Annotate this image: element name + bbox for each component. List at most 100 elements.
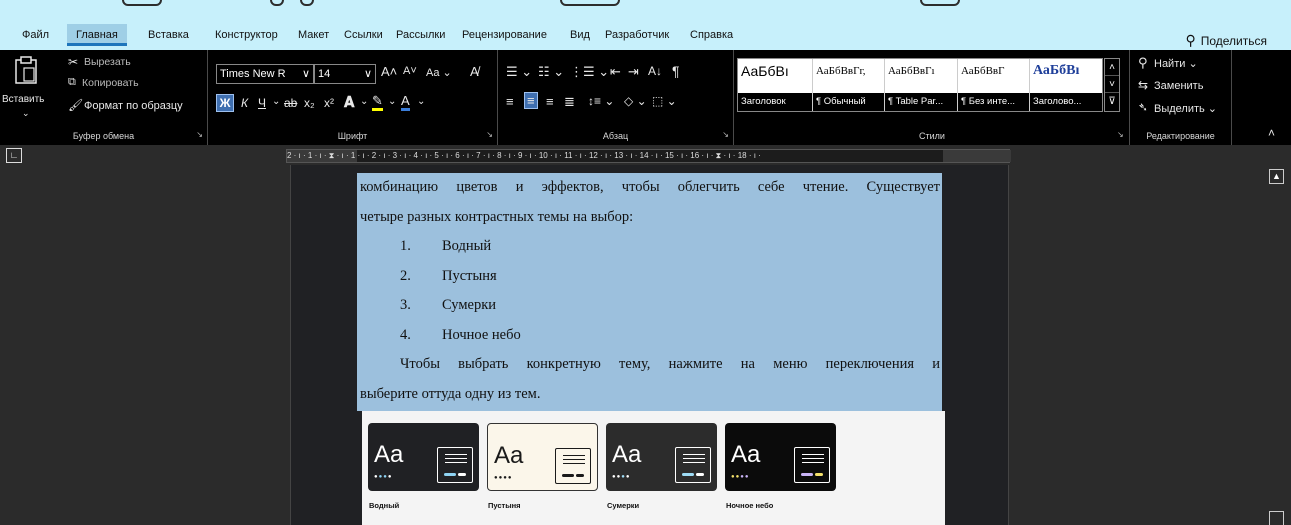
underline-button[interactable]: Ч [258, 96, 266, 110]
font-name-dropdown[interactable]: Times New R ∨ [216, 64, 314, 84]
shading-icon[interactable]: ◇ ⌄ [624, 94, 647, 108]
chevron-down-icon: ⌄ [22, 108, 30, 118]
collapse-ribbon-icon[interactable]: ˄ [1268, 126, 1275, 140]
title-bar [0, 0, 1291, 14]
tab-insert[interactable]: Вставка [146, 24, 191, 46]
text-effects-icon[interactable]: 𝐀 [344, 94, 354, 111]
tab-selector[interactable]: ∟ [6, 148, 22, 163]
list-text: Ночное небо [442, 326, 521, 343]
justify-icon[interactable]: ≣ [564, 94, 575, 110]
tab-layout[interactable]: Макет [296, 24, 331, 46]
tab-review[interactable]: Рецензирование [460, 24, 549, 46]
dialog-launcher-icon[interactable]: ↘ [1117, 130, 1124, 139]
tab-view[interactable]: Вид [568, 24, 592, 46]
chevron-up-icon[interactable]: ˄ [1105, 59, 1119, 76]
multilevel-list-icon[interactable]: ⋮☰ ⌄ [570, 64, 609, 80]
style-name: ¶ Без инте... [958, 93, 1029, 111]
clear-formatting-icon[interactable]: A̸ [470, 64, 479, 79]
paragraph-line: выберите оттуда одну из тем. [360, 385, 541, 402]
subscript-icon[interactable]: x₂ [304, 96, 315, 110]
format-painter-button[interactable]: Формат по образцу [84, 100, 183, 112]
cursor-icon: ➴ [1138, 100, 1149, 114]
select-label: Выделить [1154, 103, 1205, 115]
paste-button[interactable]: Вставить ⌄ [2, 54, 52, 120]
scroll-down-button[interactable] [1269, 511, 1284, 525]
theme-panel-icon [675, 447, 711, 483]
italic-button[interactable]: К [241, 96, 248, 110]
chevron-down-icon[interactable]: ⌄ [272, 96, 280, 107]
themes-image[interactable]: Aa ●●●● Aa ●●●● Aa ●●●● Aa ●●●● Водный П… [362, 411, 945, 525]
document-text[interactable]: комбинацию цветов и эффектов, чтобы обле… [360, 173, 940, 409]
styles-gallery: АаБбВı Заголовок АаБбВвГг, ¶ Обычный АаБ… [737, 58, 1103, 112]
more-styles-icon[interactable]: ⊽ [1105, 93, 1119, 110]
align-left-icon[interactable]: ≡ [506, 94, 514, 109]
chevron-down-icon[interactable]: ⌄ [388, 96, 396, 107]
numbering-icon[interactable]: ☷ ⌄ [538, 64, 564, 80]
borders-icon[interactable]: ⬚ ⌄ [652, 94, 677, 108]
highlight-icon[interactable]: ✎ [372, 94, 383, 111]
dialog-launcher-icon[interactable]: ↘ [196, 130, 203, 139]
theme-dots: ●●●● [374, 474, 393, 480]
ruler-row: ∟ 2 · ı · 1 · ı · ⧗ · ı · 1 · ı · 2 · ı … [0, 145, 1291, 165]
style-table-paragraph[interactable]: АаБбВвГı ¶ Table Par... [885, 59, 958, 111]
font-size-dropdown[interactable]: 14 ∨ [314, 64, 376, 84]
theme-label: Водный [369, 501, 400, 510]
style-name: ¶ Обычный [813, 93, 884, 111]
tab-design[interactable]: Конструктор [213, 24, 280, 46]
style-no-spacing[interactable]: АаБбВвГ ¶ Без инте... [958, 59, 1030, 111]
copy-button[interactable]: Копировать [82, 77, 139, 89]
chevron-down-icon[interactable]: ⌄ [417, 96, 425, 107]
undo-icon[interactable] [270, 0, 284, 6]
paste-label: Вставить [2, 94, 45, 105]
list-text: Водный [442, 238, 492, 254]
tab-developer[interactable]: Разработчик [603, 24, 671, 46]
style-name: ¶ Table Par... [885, 93, 957, 111]
style-normal[interactable]: АаБбВвГг, ¶ Обычный [813, 59, 885, 111]
strikethrough-icon[interactable]: ab [284, 96, 297, 110]
shrink-font-button[interactable]: A˅ [403, 65, 417, 77]
replace-button[interactable]: Заменить [1154, 80, 1203, 92]
change-case-button[interactable]: Aa ⌄ [426, 66, 452, 79]
list-number: 1. [400, 238, 411, 254]
tab-mailings[interactable]: Рассылки [394, 24, 447, 46]
chevron-down-icon[interactable]: ⌄ [360, 96, 368, 107]
align-center-icon[interactable]: ≡ [524, 92, 538, 109]
find-button[interactable]: Найти ⌄ [1154, 57, 1198, 70]
grow-font-button[interactable]: A˄ [381, 64, 397, 79]
superscript-icon[interactable]: x² [324, 96, 334, 110]
font-color-icon[interactable]: A [401, 94, 410, 111]
tab-references[interactable]: Ссылки [342, 24, 385, 46]
theme-sample: Aa [374, 441, 404, 468]
font-size-value: 14 [318, 68, 331, 80]
tab-help[interactable]: Справка [688, 24, 735, 46]
chevron-down-icon[interactable]: ˅ [1105, 76, 1119, 93]
tab-home[interactable]: Главная [67, 24, 127, 46]
horizontal-ruler[interactable]: 2 · ı · 1 · ı · ⧗ · ı · 1 · ı · 2 · ı · … [286, 149, 1011, 163]
save-icon[interactable] [122, 0, 162, 6]
align-right-icon[interactable]: ≡ [546, 94, 554, 109]
share-button[interactable]: ⚲ Поделиться [1185, 32, 1267, 49]
style-heading[interactable]: АаБбВı Заголовок [738, 59, 813, 111]
find-label: Найти [1154, 58, 1186, 70]
paragraph-line: четыре разных контрастных темы на выбор: [360, 208, 634, 225]
font-group: Times New R ∨ 14 ∨ A˄ A˅ Aa ⌄ A̸ Ж К Ч ⌄ a… [208, 50, 498, 145]
sort-icon[interactable]: A↓ [648, 64, 662, 78]
bullets-icon[interactable]: ☰ ⌄ [506, 64, 532, 80]
dialog-launcher-icon[interactable]: ↘ [722, 130, 729, 139]
redo-icon[interactable] [300, 0, 314, 6]
scroll-up-button[interactable]: ▲ [1269, 169, 1284, 184]
line-spacing-icon[interactable]: ↕≡ ⌄ [588, 94, 614, 108]
list-number: 4. [400, 326, 411, 343]
ribbon: Вставить ⌄ ✂ Вырезать ⧉ Копировать 🖌 Фор… [0, 50, 1291, 145]
ruler-ticks: 2 · ı · 1 · ı · ⧗ · ı · 1 · ı · 2 · ı · … [287, 151, 761, 160]
decrease-indent-icon[interactable]: ⇤ [610, 64, 621, 80]
tab-file[interactable]: Файл [20, 24, 51, 46]
style-heading-1[interactable]: АаБбВı Заголово... [1030, 59, 1102, 111]
cut-button[interactable]: Вырезать [84, 56, 131, 68]
dialog-launcher-icon[interactable]: ↘ [486, 130, 493, 139]
pilcrow-icon[interactable]: ¶ [672, 63, 680, 79]
increase-indent-icon[interactable]: ⇥ [628, 64, 639, 80]
bold-button[interactable]: Ж [216, 94, 234, 112]
theme-dots: ●●●● [494, 475, 513, 481]
select-button[interactable]: Выделить ⌄ [1154, 102, 1217, 115]
